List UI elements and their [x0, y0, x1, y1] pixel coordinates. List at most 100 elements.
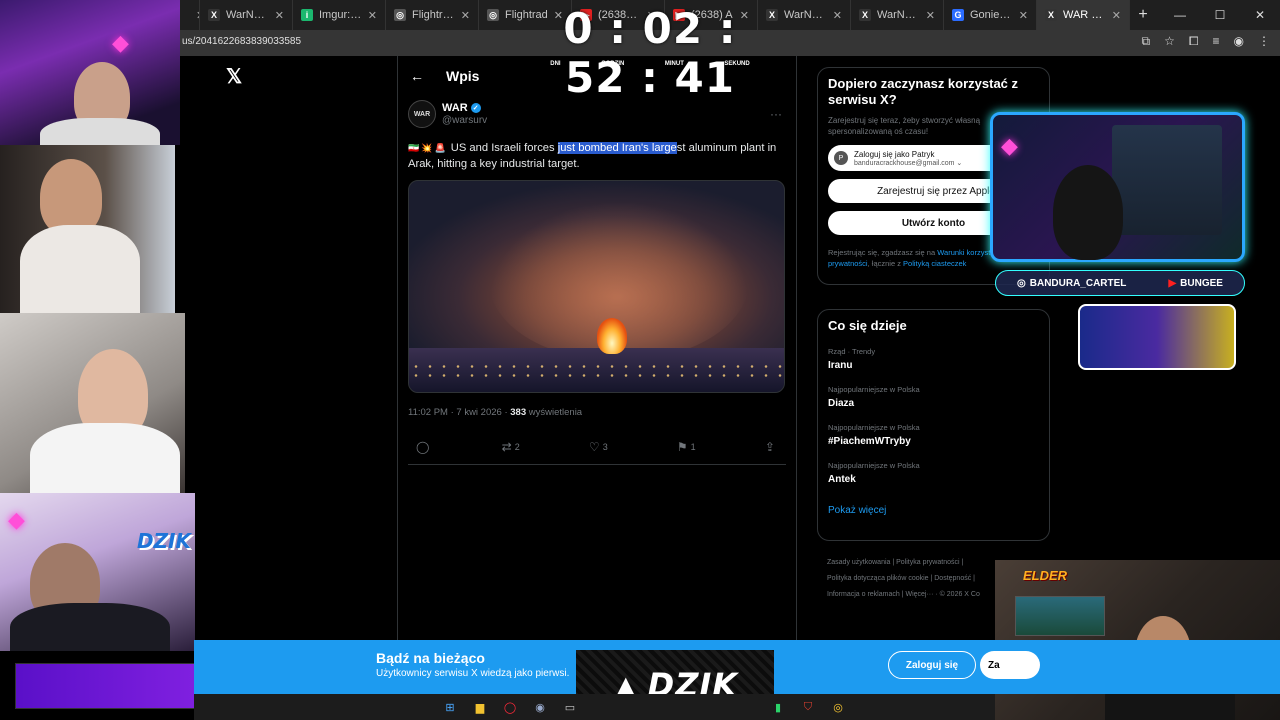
more-options-icon[interactable]: ··· — [770, 107, 782, 121]
steam-icon[interactable]: ◉ — [530, 697, 550, 717]
tab-favicon-icon: X — [208, 9, 220, 21]
heart-icon: ♡ — [588, 440, 600, 454]
tab-favicon-icon: G — [952, 9, 964, 21]
boar-mascot-icon: ◆ — [8, 507, 25, 532]
browser-tab[interactable]: X WarNewsPL ✕ — [851, 0, 944, 30]
tab-title: WarNewsPL — [226, 9, 269, 21]
instagram-icon: ◎ — [1017, 277, 1026, 289]
reply-button[interactable]: ◯ — [416, 440, 432, 454]
banner-subtitle: Użytkownicy serwisu X wiedzą jako pierws… — [376, 668, 570, 679]
google-account-name: Zaloguj się jako Patryk — [854, 149, 935, 159]
post-image[interactable] — [408, 180, 785, 393]
browser-tab[interactable]: X WarNewsPL ✕ — [200, 0, 293, 30]
x-logo-icon[interactable]: 𝕏 — [226, 64, 242, 89]
post-timestamp[interactable]: 11:02 PM · 7 kwi 2026 · — [408, 407, 510, 418]
post-actions: ◯ ⇄ 2 ♡ 3 ⚑ 1 ⇪ — [408, 440, 786, 465]
tab-title: WarNewsPL — [784, 9, 827, 21]
tab-favicon-icon: X — [766, 9, 778, 21]
new-tab-icon[interactable]: + — [1130, 6, 1156, 24]
trend-item[interactable]: Najpopularniejsze w Polska #PiachemWTryby — [828, 423, 1039, 447]
streamer-webcam: ◆ — [990, 112, 1245, 262]
install-icon[interactable]: ⧉ — [1142, 34, 1151, 49]
tab-close-icon[interactable]: ✕ — [275, 9, 284, 22]
tab-close-icon[interactable]: ✕ — [461, 9, 470, 22]
author-handle[interactable]: @warsurv — [442, 115, 487, 126]
like-count: 3 — [602, 442, 608, 452]
webcam-1: ◆ — [0, 0, 180, 145]
share-button[interactable]: ⇪ — [765, 440, 778, 454]
google-account-email: banduracrackhouse@gmail.com ⌄ — [854, 159, 963, 167]
boar-mascot-icon: ◆ — [1001, 133, 1018, 158]
windows-start-icon[interactable]: ⊞ — [440, 697, 460, 717]
post-text-before: US and Israeli forces — [447, 142, 558, 154]
dzik-logo-mini: DZIK — [136, 529, 191, 553]
trend-item[interactable]: Rząd · Trendy Iranu — [828, 347, 1039, 371]
close-window-icon[interactable]: ✕ — [1240, 0, 1280, 30]
cookies-link[interactable]: Polityką ciasteczek — [903, 259, 966, 268]
signup-button[interactable]: Za — [980, 651, 1040, 679]
tab-favicon-icon: i — [301, 9, 313, 21]
author-name[interactable]: WAR — [442, 102, 468, 114]
repost-button[interactable]: ⇄ 2 — [502, 440, 520, 454]
mini-webcam — [1078, 304, 1236, 370]
tab-close-icon[interactable]: ✕ — [1019, 9, 1028, 22]
browser-tab[interactable]: X WarNewsPL ✕ — [758, 0, 851, 30]
browser-tab[interactable]: G Goniec.pl w ✕ — [944, 0, 1037, 30]
chrome-icon[interactable]: ◎ — [828, 697, 848, 717]
boar-mascot-icon: ◆ — [112, 30, 129, 55]
bookmark-button[interactable]: ⚑ 1 — [677, 440, 696, 454]
tab-title: WAR w serw — [1063, 9, 1106, 21]
reply-icon: ◯ — [416, 440, 430, 454]
siren-icon: 🚨 — [434, 143, 446, 153]
tab-close-icon[interactable]: ✕ — [926, 9, 935, 22]
reading-list-icon[interactable]: ≡ — [1213, 34, 1220, 49]
post-column: ← Wpis WAR WAR ✓ @warsurv ··· 🇮🇷 💥 🚨 US and… — [397, 56, 797, 640]
purple-panel — [15, 663, 197, 709]
login-button[interactable]: Zaloguj się — [888, 651, 976, 679]
trends-title: Co się dzieje — [828, 318, 907, 333]
webcam-2 — [0, 145, 175, 313]
post: WAR WAR ✓ @warsurv ··· 🇮🇷 💥 🚨 US and Israel… — [398, 100, 796, 465]
monitor-icon[interactable]: ▭ — [560, 697, 580, 717]
tab-title: Imgur: The m — [319, 9, 362, 21]
webcam-3 — [0, 313, 185, 493]
repost-icon: ⇄ — [501, 440, 512, 454]
profile-icon[interactable]: ◉ — [1234, 34, 1244, 49]
url-text[interactable]: us/2041622683839033585 — [182, 36, 301, 47]
like-button[interactable]: ♡ 3 — [589, 440, 608, 454]
bookmark-icon: ⚑ — [676, 440, 688, 454]
views-label: wyświetlenia — [526, 407, 583, 418]
green-app-icon[interactable]: ▮ — [768, 697, 788, 717]
tab-title: Goniec.pl w — [970, 9, 1013, 21]
avatar[interactable]: WAR — [408, 100, 436, 128]
trend-item[interactable]: Najpopularniejsze w Polska Diaza — [828, 385, 1039, 409]
tab-close-icon[interactable]: ✕ — [368, 9, 377, 22]
extensions-icon[interactable]: ⧠ — [1189, 34, 1199, 49]
menu-icon[interactable]: ⋮ — [1258, 34, 1270, 49]
social-handles-bar: ◎ BANDURA_CARTEL ▶ BUNGEE — [995, 270, 1245, 296]
browser-tab[interactable]: X WAR w serw ✕ — [1037, 0, 1130, 30]
bookmark-star-icon[interactable]: ☆ — [1164, 34, 1175, 49]
window-controls: — ☐ ✕ — [1160, 0, 1280, 30]
post-text-selected: just bombed Iran's large — [557, 142, 677, 154]
browser-tab[interactable]: ◎ Flightradar2 ✕ — [386, 0, 479, 30]
bookmark-count: 1 — [690, 442, 696, 452]
post-author: WAR WAR ✓ @warsurv ··· — [408, 100, 786, 128]
show-more-link[interactable]: Pokaż więcej — [828, 505, 1039, 516]
trend-item[interactable]: Najpopularniejsze w Polska Antek — [828, 461, 1039, 485]
back-arrow-icon[interactable]: ← — [410, 68, 446, 84]
signup-title: Dopiero zaczynasz korzystać z serwisu X? — [828, 76, 1019, 107]
tab-close-icon[interactable]: ✕ — [1112, 9, 1121, 22]
file-explorer-icon[interactable]: ▆ — [470, 697, 490, 717]
shield-icon[interactable]: ⛉ — [798, 697, 818, 717]
verified-icon: ✓ — [470, 103, 481, 113]
browser-tab[interactable]: i Imgur: The m ✕ — [293, 0, 386, 30]
minimize-icon[interactable]: — — [1160, 0, 1200, 30]
taskbar: ⊞ ▆ ◯ ◉ ▭ ▮ ⛉ ◎ — [194, 694, 995, 720]
countdown-timer: 0 : 02 : 52 : 41 — [563, 4, 737, 102]
countdown-labels: DNI GODZIN MINUT SEKUND — [550, 61, 750, 67]
webcam-4: ◆ DZIK — [0, 493, 195, 651]
maximize-icon[interactable]: ☐ — [1200, 0, 1240, 30]
opera-icon[interactable]: ◯ — [500, 697, 520, 717]
tab-close-icon[interactable]: ✕ — [833, 9, 842, 22]
